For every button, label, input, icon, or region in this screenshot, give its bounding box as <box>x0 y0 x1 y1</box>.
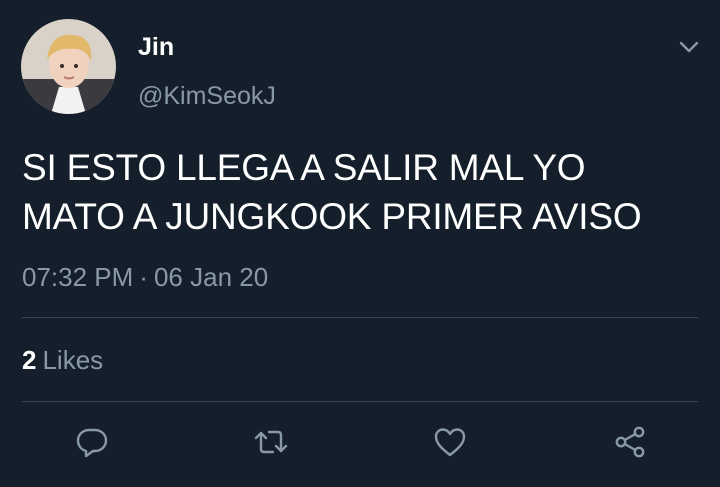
share-icon <box>615 426 645 458</box>
retweet-button[interactable] <box>249 420 293 464</box>
like-icon <box>434 428 466 457</box>
share-button[interactable] <box>608 420 652 464</box>
tweet-timestamp: 07:32 PM · 06 Jan 20 <box>22 260 268 294</box>
tweet-date: 06 Jan 20 <box>153 262 269 292</box>
divider <box>22 401 698 402</box>
meta-separator: · <box>139 262 148 292</box>
tweet-text-line: MATO A JUNGKOOK PRIMER AVISO <box>22 196 642 237</box>
likes-label: Likes <box>42 345 104 375</box>
divider <box>22 317 698 318</box>
like-button[interactable] <box>428 420 472 464</box>
likes-stat[interactable]: 2 Likes <box>22 343 103 377</box>
chevron-down-icon[interactable] <box>672 30 706 64</box>
reply-icon <box>76 428 108 458</box>
likes-count: 2 <box>22 345 37 375</box>
reply-button[interactable] <box>70 420 114 464</box>
display-name[interactable]: Jin <box>138 32 174 62</box>
retweet-icon <box>254 430 288 454</box>
avatar[interactable] <box>21 19 116 114</box>
tweet-text: SI ESTO LLEGA A SALIR MAL YO MATO A JUNG… <box>22 143 702 241</box>
user-handle[interactable]: @KimSeokJ <box>138 81 276 111</box>
tweet-text-line: SI ESTO LLEGA A SALIR MAL YO <box>22 147 586 188</box>
tweet-time: 07:32 PM <box>22 262 134 292</box>
tweet-card: Jin @KimSeokJ SI ESTO LLEGA A SALIR MAL … <box>0 0 720 487</box>
